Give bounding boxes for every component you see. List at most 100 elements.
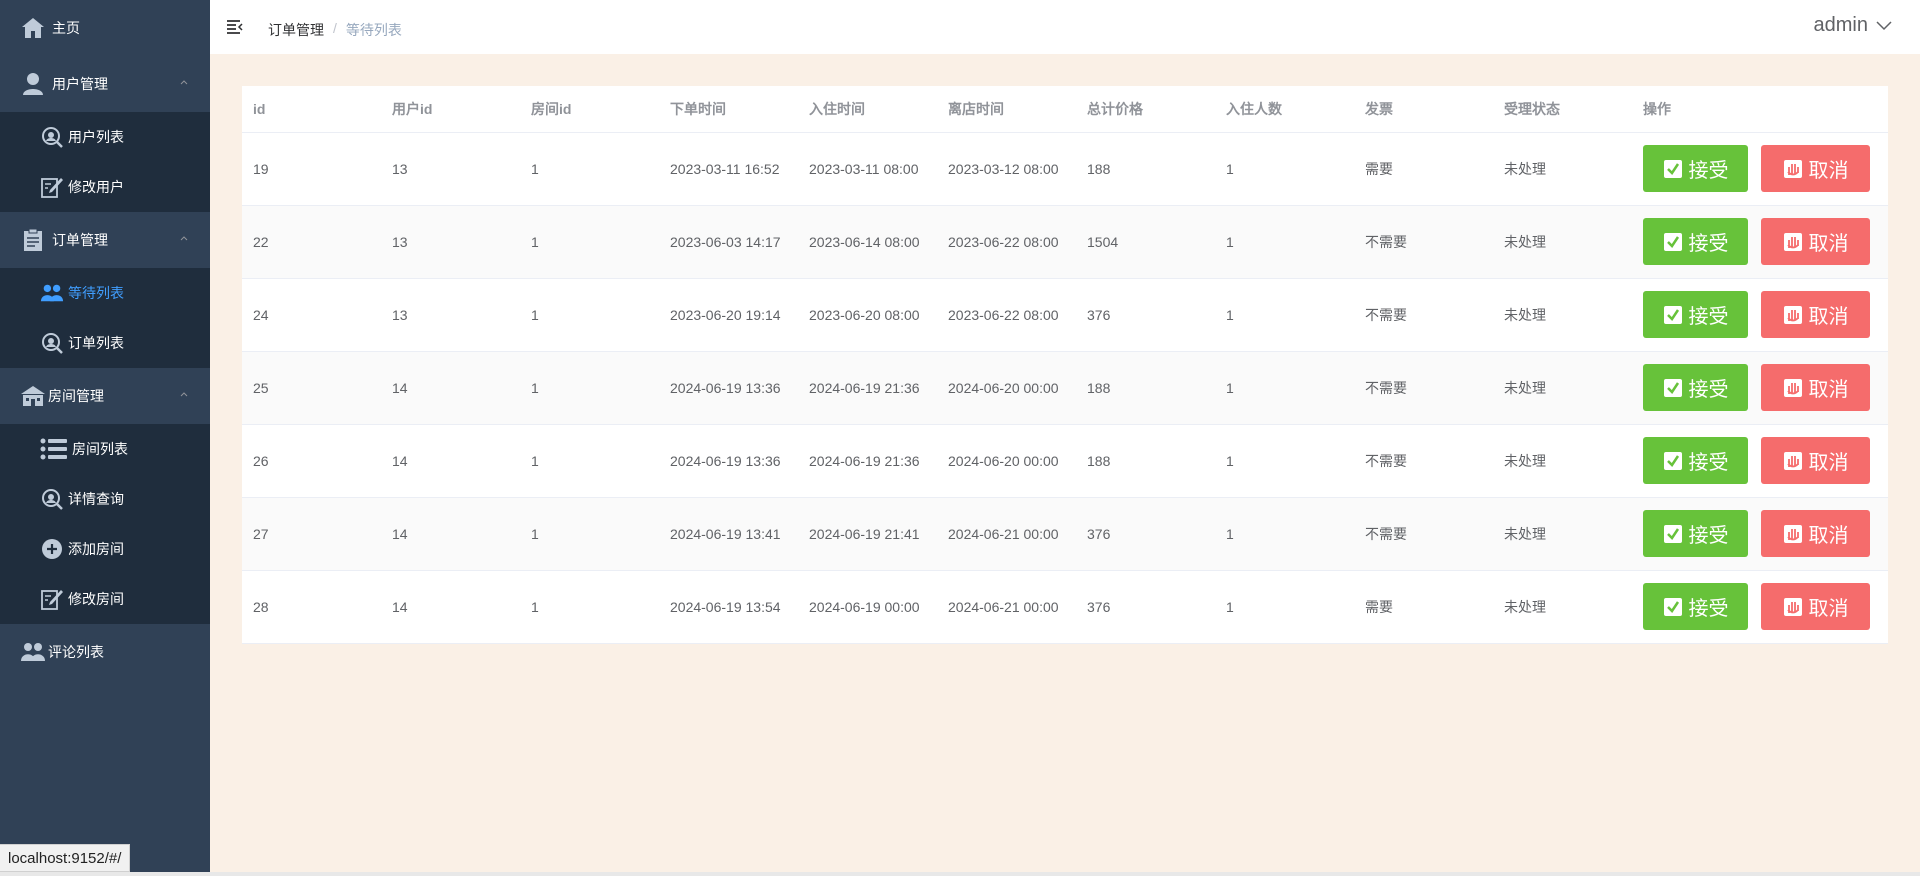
- table-cell: 2024-06-19 13:54: [659, 570, 798, 644]
- table-cell: 2024-06-20 00:00: [937, 424, 1076, 498]
- table-cell: 不需要: [1354, 351, 1493, 425]
- table-header-row: id 用户id 房间id 下单时间 入住时间 离店时间 总计价格 入住人数 发票…: [242, 86, 1888, 133]
- breadcrumb-current: 等待列表: [345, 22, 402, 38]
- users-group-icon: [40, 281, 64, 305]
- table-cell: 2024-06-19 13:36: [659, 424, 798, 498]
- user-icon: [20, 71, 46, 97]
- check-icon: [1663, 305, 1682, 324]
- table-cell: 2023-06-22 08:00: [937, 278, 1076, 352]
- table-body: 19 13 1 2023-03-11 16:52 2023-03-11 08:00 202…: [242, 132, 1888, 644]
- sidebar-item-edit-user[interactable]: 修改用户: [0, 162, 210, 212]
- table-cell: 1: [520, 570, 659, 644]
- users-group-icon: [20, 639, 46, 665]
- accept-button[interactable]: 接受: [1643, 145, 1748, 192]
- cancel-button[interactable]: 取消: [1761, 583, 1870, 630]
- home-icon: [20, 15, 46, 41]
- table-cell: 1: [1215, 278, 1354, 352]
- user-dropdown[interactable]: admin: [1814, 14, 1892, 37]
- sidebar-item-order-list[interactable]: 订单列表: [0, 318, 210, 368]
- accept-button[interactable]: 接受: [1643, 583, 1748, 630]
- sidebar-item-edit-room-label: 修改房间: [68, 591, 124, 607]
- table-row: 24 13 1 2023-06-20 19:14 2023-06-20 08:00 202…: [242, 278, 1888, 352]
- action-cell: 接受 取消: [1632, 424, 1888, 498]
- table-cell: 1: [520, 351, 659, 425]
- action-cell: 接受 取消: [1632, 205, 1888, 279]
- accept-button-label: 接受: [1688, 452, 1729, 474]
- menu-comment-list[interactable]: 评论列表: [0, 624, 210, 680]
- waiting-orders-table: id 用户id 房间id 下单时间 入住时间 离店时间 总计价格 入住人数 发票…: [242, 86, 1888, 644]
- table-cell: 1: [520, 278, 659, 352]
- add-circle-icon: [40, 537, 64, 561]
- table-cell: 1: [1215, 351, 1354, 425]
- edit-icon: [40, 175, 64, 199]
- accept-button[interactable]: 接受: [1643, 510, 1748, 557]
- action-cell: 接受 取消: [1632, 132, 1888, 206]
- table-cell: 188: [1076, 132, 1215, 206]
- building-icon: [20, 383, 46, 409]
- accept-button-label: 接受: [1688, 233, 1729, 255]
- table-cell: 1: [520, 205, 659, 279]
- column-header: 离店时间: [937, 86, 1076, 133]
- chevron-up-icon: [180, 392, 188, 397]
- column-header: 入住人数: [1215, 86, 1354, 133]
- menu-home[interactable]: 主页: [0, 0, 210, 56]
- table-cell: 需要: [1354, 570, 1493, 644]
- cancel-button[interactable]: 取消: [1761, 437, 1870, 484]
- sidebar-item-user-list[interactable]: 用户列表: [0, 112, 210, 162]
- column-header: 发票: [1354, 86, 1493, 133]
- cancel-button-label: 取消: [1808, 525, 1849, 547]
- submenu-order-mgmt[interactable]: 订单管理: [0, 212, 210, 268]
- column-header: 入住时间: [798, 86, 937, 133]
- table-cell: 需要: [1354, 132, 1493, 206]
- table-cell: 未处理: [1493, 570, 1632, 644]
- accept-button[interactable]: 接受: [1643, 218, 1748, 265]
- check-icon: [1663, 378, 1682, 397]
- submenu-user-mgmt[interactable]: 用户管理: [0, 56, 210, 112]
- table-cell: 未处理: [1493, 205, 1632, 279]
- accept-button[interactable]: 接受: [1643, 291, 1748, 338]
- submenu-room-mgmt[interactable]: 房间管理: [0, 368, 210, 424]
- cancel-button[interactable]: 取消: [1761, 145, 1870, 192]
- table-cell: 未处理: [1493, 351, 1632, 425]
- search-user-icon: [40, 125, 64, 149]
- cancel-button-label: 取消: [1808, 379, 1849, 401]
- check-icon: [1663, 597, 1682, 616]
- submenu-room-mgmt-label: 房间管理: [48, 388, 104, 404]
- hamburger-icon[interactable]: [226, 18, 244, 36]
- table-cell: 26: [242, 424, 381, 498]
- submenu-order-items: 等待列表 订单列表: [0, 268, 210, 368]
- sidebar-item-room-list-label: 房间列表: [72, 441, 128, 457]
- table-cell: 27: [242, 497, 381, 571]
- cancel-button[interactable]: 取消: [1761, 218, 1870, 265]
- table-cell: 不需要: [1354, 278, 1493, 352]
- cancel-button[interactable]: 取消: [1761, 364, 1870, 411]
- table-cell: 14: [381, 351, 520, 425]
- table-row: 19 13 1 2023-03-11 16:52 2023-03-11 08:00 202…: [242, 132, 1888, 206]
- table-cell: 2023-03-11 16:52: [659, 132, 798, 206]
- sidebar-item-room-list[interactable]: 房间列表: [0, 424, 210, 474]
- cancel-button-label: 取消: [1808, 306, 1849, 328]
- list-icon: [40, 437, 68, 461]
- action-cell: 接受 取消: [1632, 497, 1888, 571]
- table-cell: 2024-06-19 00:00: [798, 570, 937, 644]
- accept-button[interactable]: 接受: [1643, 364, 1748, 411]
- accept-button[interactable]: 接受: [1643, 437, 1748, 484]
- stop-hand-icon: [1783, 232, 1802, 251]
- sidebar-item-add-room[interactable]: 添加房间: [0, 524, 210, 574]
- stop-hand-icon: [1783, 451, 1802, 470]
- table-cell: 2023-06-03 14:17: [659, 205, 798, 279]
- column-header: 操作: [1632, 86, 1888, 133]
- cancel-button[interactable]: 取消: [1761, 510, 1870, 557]
- sidebar-item-edit-room[interactable]: 修改房间: [0, 574, 210, 624]
- table-cell: 1: [520, 132, 659, 206]
- table-cell: 2024-06-19 21:36: [798, 351, 937, 425]
- sidebar-item-detail-query[interactable]: 详情查询: [0, 474, 210, 524]
- sidebar: 主页 用户管理 用户列表 修改用户 订单管理 等待列表 订单列表 房间管理 房间…: [0, 0, 210, 876]
- chevron-up-icon: [180, 80, 188, 85]
- sidebar-item-waiting-list[interactable]: 等待列表: [0, 268, 210, 318]
- table-cell: 2024-06-20 00:00: [937, 351, 1076, 425]
- table-cell: 2023-06-20 19:14: [659, 278, 798, 352]
- table-cell: 未处理: [1493, 132, 1632, 206]
- cancel-button[interactable]: 取消: [1761, 291, 1870, 338]
- breadcrumb-parent[interactable]: 订单管理: [268, 20, 324, 40]
